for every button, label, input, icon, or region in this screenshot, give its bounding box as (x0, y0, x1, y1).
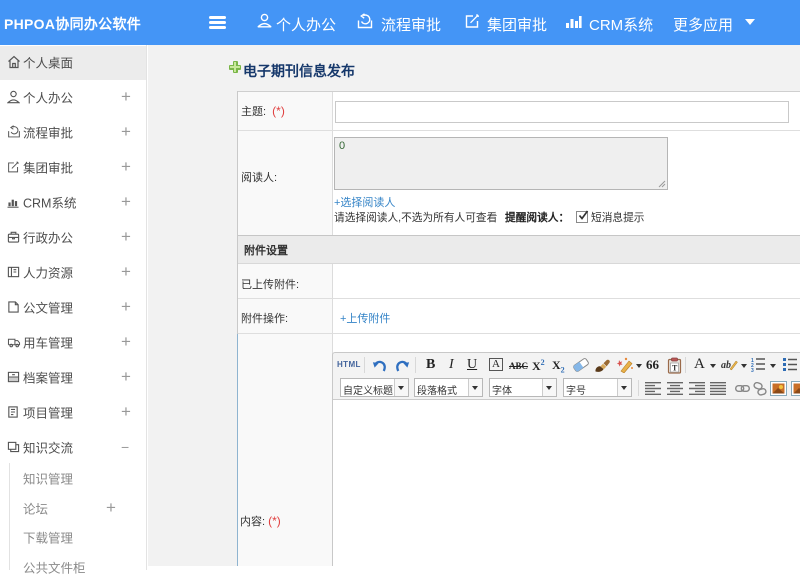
svg-text:T: T (672, 364, 678, 373)
svg-text:3: 3 (751, 368, 754, 372)
svg-text:ab: ab (721, 360, 731, 371)
